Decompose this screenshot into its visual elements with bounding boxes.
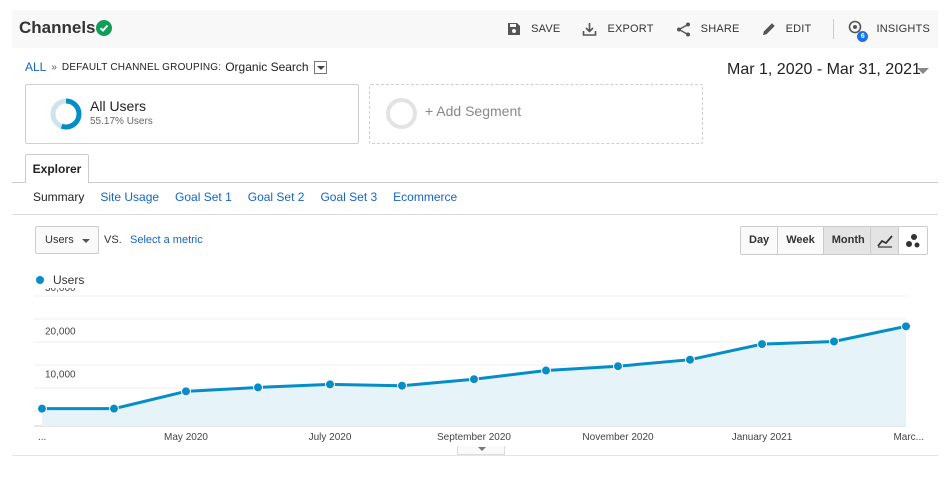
add-segment-label: + Add Segment: [425, 103, 522, 119]
data-point[interactable]: [685, 354, 695, 365]
subnav-divider: [12, 214, 938, 215]
breadcrumb-all-link[interactable]: ALL: [25, 60, 46, 74]
breadcrumb-value: Organic Search: [225, 60, 309, 74]
report-actions: SAVE EXPORT SHARE EDIT 6 INSIGHTS: [507, 10, 938, 48]
export-button[interactable]: EXPORT: [582, 22, 653, 36]
chart-bottom-border: [12, 455, 938, 456]
data-point[interactable]: [397, 380, 407, 391]
add-segment-button[interactable]: + Add Segment: [369, 84, 703, 144]
month-button[interactable]: Month: [823, 227, 873, 254]
data-point[interactable]: [757, 339, 767, 350]
edit-button[interactable]: EDIT: [762, 22, 812, 36]
vs-label: VS.: [104, 234, 122, 246]
x-tick-label: January 2021: [732, 432, 793, 443]
date-range-picker[interactable]: Mar 1, 2020 - Mar 31, 2021: [727, 61, 921, 79]
segment-name: All Users: [90, 98, 147, 114]
share-label: SHARE: [700, 23, 740, 35]
chart-legend: Users: [36, 273, 84, 287]
save-icon: [508, 23, 521, 35]
report-header: Channels SAVE EXPORT SHARE EDIT 6 INSIGH…: [12, 10, 938, 48]
subnav-goal-set-3[interactable]: Goal Set 3: [320, 190, 377, 204]
segment-percentage: 55.17% Users: [90, 116, 153, 127]
export-icon: [583, 23, 597, 36]
data-point[interactable]: [253, 382, 263, 393]
x-tick-label: November 2020: [582, 432, 654, 443]
line-chart-button[interactable]: [871, 227, 899, 254]
breadcrumb-grouping: DEFAULT CHANNEL GROUPING:: [61, 61, 222, 73]
pencil-icon: [762, 23, 775, 35]
x-tick-label: September 2020: [437, 432, 511, 443]
select-metric-link[interactable]: Select a metric: [130, 234, 203, 246]
segment-ring-icon: [50, 98, 82, 130]
data-point[interactable]: [541, 365, 551, 376]
legend-dot: [36, 276, 44, 284]
save-button[interactable]: SAVE: [507, 22, 560, 36]
x-tick-label: July 2020: [309, 432, 352, 443]
chart-collapse-handle[interactable]: [457, 446, 505, 455]
tab-divider: [12, 182, 938, 183]
share-icon: [676, 22, 690, 36]
users-line-chart: 30,000 20,000 10,000... May 2020 July 2020 Se…: [34, 288, 924, 443]
subnav-goal-set-1[interactable]: Goal Set 1: [175, 190, 232, 204]
insights-badge: 6: [857, 31, 869, 42]
x-tick-label: Marc...: [893, 432, 924, 443]
explorer-subnav: Summary Site Usage Goal Set 1 Goal Set 2…: [33, 190, 473, 204]
data-point[interactable]: [469, 374, 479, 385]
action-divider: [833, 19, 835, 39]
segment-all-users[interactable]: All Users 55.17% Users: [25, 84, 359, 144]
subnav-summary[interactable]: Summary: [33, 190, 84, 204]
motion-chart-button[interactable]: [899, 227, 927, 254]
empty-segment-ring-icon: [386, 98, 417, 129]
save-label: SAVE: [531, 23, 561, 35]
subnav-site-usage[interactable]: Site Usage: [100, 190, 159, 204]
y-tick-label: 20,000: [45, 326, 76, 337]
legend-label: Users: [53, 273, 85, 287]
edit-label: EDIT: [785, 23, 812, 35]
week-button[interactable]: Week: [778, 227, 824, 254]
verified-check-icon: [96, 20, 112, 36]
page-title: Channels: [19, 18, 96, 37]
y-tick-label: 30,000: [45, 288, 76, 294]
metric-dropdown[interactable]: Users: [35, 226, 99, 254]
data-point[interactable]: [613, 361, 623, 372]
bubble-chart-icon: [906, 233, 920, 247]
data-point[interactable]: [325, 379, 335, 390]
chevron-down-icon[interactable]: [917, 68, 929, 74]
y-tick-label: 10,000: [45, 370, 76, 381]
x-tick-label: May 2020: [164, 432, 208, 443]
breadcrumb-separator: »: [51, 61, 57, 73]
line-chart-icon: [876, 234, 893, 248]
data-point[interactable]: [829, 336, 839, 347]
data-point[interactable]: [181, 386, 191, 397]
share-button[interactable]: SHARE: [676, 22, 740, 37]
subnav-ecommerce[interactable]: Ecommerce: [393, 190, 457, 204]
subnav-goal-set-2[interactable]: Goal Set 2: [248, 190, 305, 204]
data-point[interactable]: [109, 403, 119, 414]
export-label: EXPORT: [607, 23, 654, 35]
breadcrumb-dropdown-button[interactable]: [313, 60, 327, 74]
granularity-toggle: Day Week Month: [740, 226, 874, 255]
breadcrumb: ALL » DEFAULT CHANNEL GROUPING: Organic …: [25, 60, 327, 74]
data-point[interactable]: [901, 321, 911, 332]
insights-button[interactable]: 6 INSIGHTS: [848, 20, 930, 42]
x-tick-label: ...: [38, 432, 46, 443]
tab-explorer[interactable]: Explorer: [25, 154, 89, 183]
insights-label: INSIGHTS: [876, 23, 930, 35]
day-button[interactable]: Day: [741, 227, 779, 254]
chart-type-toggle: [870, 226, 928, 255]
data-point[interactable]: [37, 403, 47, 414]
